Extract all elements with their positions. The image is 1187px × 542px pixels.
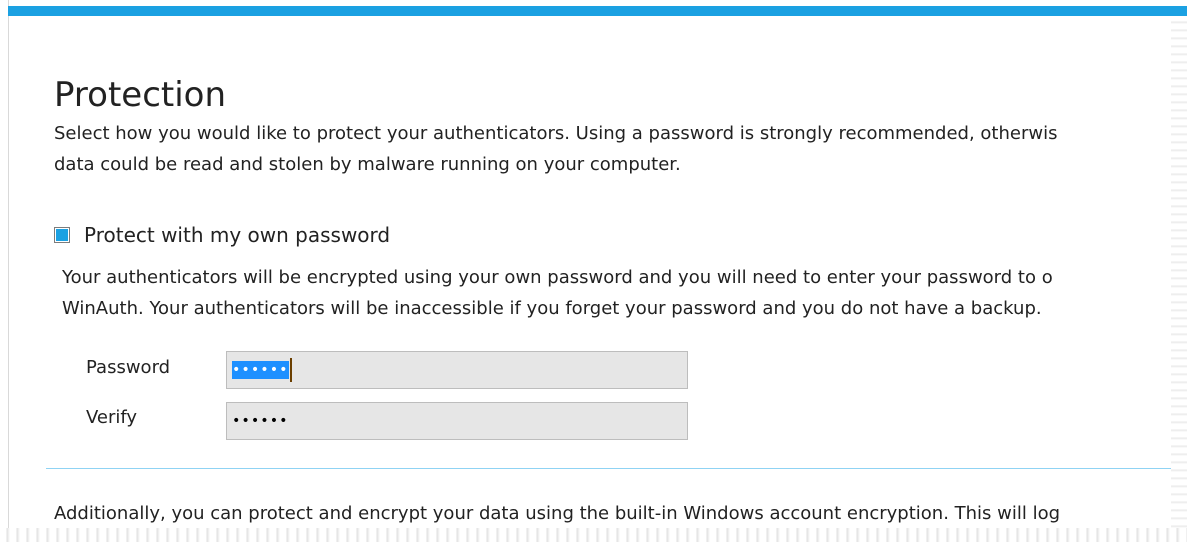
password-input[interactable]: ••••••	[226, 351, 688, 389]
protect-password-checkbox[interactable]	[54, 227, 70, 243]
password-description-line-2: WinAuth. Your authenticators will be ina…	[62, 298, 1042, 319]
protection-window: Protection Select how you would like to …	[8, 0, 1187, 542]
password-description-line-1: Your authenticators will be encrypted us…	[62, 267, 1053, 288]
password-value: ••••••	[232, 361, 289, 379]
page-title: Protection	[54, 74, 227, 115]
checkbox-checked-icon	[56, 229, 68, 241]
top-accent-bar	[8, 6, 1187, 16]
protect-password-option[interactable]: Protect with my own password	[54, 223, 390, 247]
verify-input[interactable]: ••••••	[226, 402, 688, 440]
intro-text-line-1: Select how you would like to protect you…	[54, 123, 1058, 144]
torn-right-edge	[1171, 16, 1187, 542]
intro-text: Select how you would like to protect you…	[54, 118, 1174, 180]
password-label: Password	[86, 357, 171, 378]
verify-label: Verify	[86, 407, 138, 428]
protect-password-label: Protect with my own password	[84, 223, 391, 247]
torn-bottom-edge	[0, 528, 1187, 542]
intro-text-line-2: data could be read and stolen by malware…	[54, 154, 681, 175]
password-description: Your authenticators will be encrypted us…	[62, 262, 1187, 324]
additional-protection-text: Additionally, you can protect and encryp…	[54, 503, 1061, 524]
section-divider	[46, 468, 1187, 469]
text-caret	[289, 358, 292, 382]
verify-value: ••••••	[232, 413, 289, 429]
